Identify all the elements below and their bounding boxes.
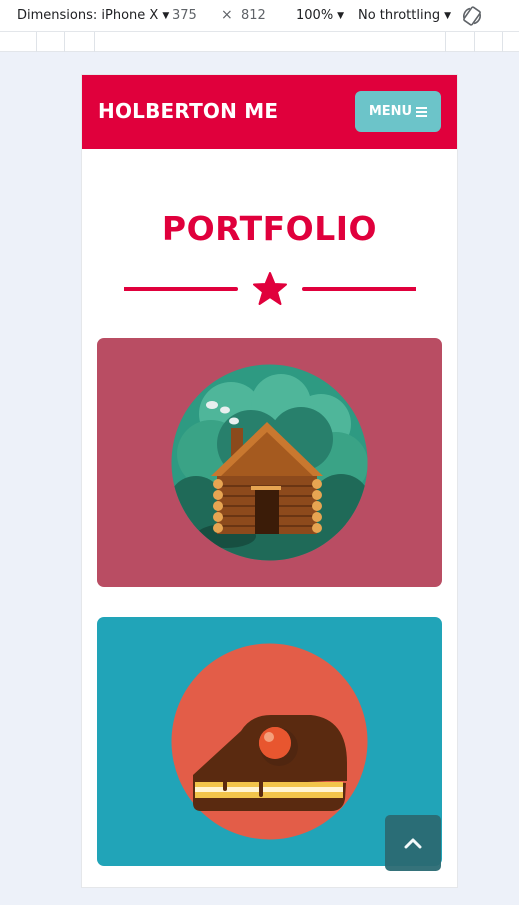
menu-bars-icon	[416, 105, 428, 119]
section-title: PORTFOLIO	[161, 209, 378, 248]
times-icon: ×	[221, 7, 233, 23]
throttling-select[interactable]: No throttling ▼	[358, 8, 451, 25]
height-input[interactable]: 812	[241, 8, 266, 24]
caret-down-icon: ▼	[162, 11, 170, 21]
caret-down-icon: ▼	[337, 11, 345, 21]
site-header: HOLBERTON ME MENU	[82, 75, 457, 149]
title-divider	[124, 272, 416, 305]
menu-button[interactable]: MENU	[355, 91, 441, 132]
portfolio-item-cabin[interactable]	[97, 338, 442, 587]
zoom-select[interactable]: 100% ▼	[296, 8, 344, 25]
cabin-illustration	[171, 364, 368, 561]
chevron-up-icon	[404, 838, 422, 849]
caret-down-icon: ▼	[444, 11, 451, 21]
media-query-ruler	[0, 32, 519, 52]
dimensions-select[interactable]: Dimensions: iPhone X ▼	[17, 8, 169, 25]
device-viewport: HOLBERTON ME MENU PORTFOLIO	[82, 75, 457, 887]
brand-logo[interactable]: HOLBERTON ME	[98, 99, 278, 123]
width-input[interactable]: 375	[172, 8, 197, 24]
cake-illustration	[171, 643, 368, 840]
rotate-icon[interactable]	[461, 5, 483, 27]
back-to-top-button[interactable]	[385, 815, 441, 871]
devtools-toolbar: Dimensions: iPhone X ▼ 375 × 812 100% ▼ No…	[0, 0, 519, 32]
star-icon	[253, 272, 287, 305]
